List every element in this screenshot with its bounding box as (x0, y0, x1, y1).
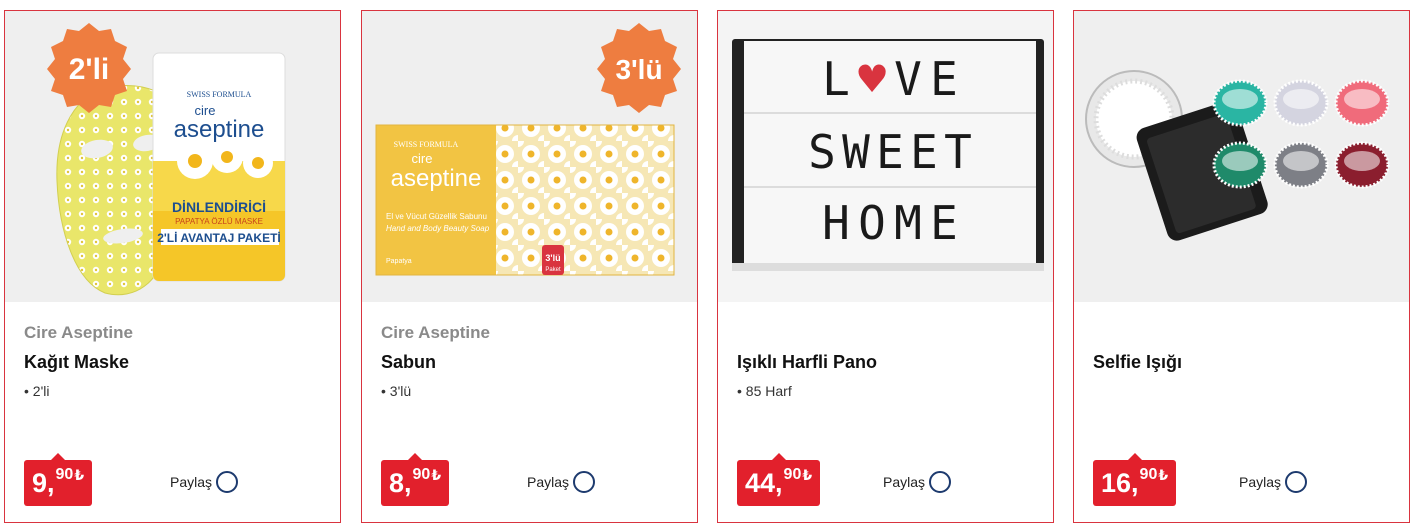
board-letter: S (808, 125, 836, 179)
quantity-badge: 2'li (47, 23, 131, 113)
package-tag: 3'lü (545, 253, 560, 263)
product-card[interactable]: SWISS FORMULA cire aseptine El ve Vücut … (361, 10, 698, 523)
package-line2: Hand and Body Beauty Soap (386, 224, 490, 233)
ring-swatch-inner (1283, 89, 1319, 109)
board-letter: V (894, 52, 922, 106)
share-button[interactable]: Paylaş (883, 471, 952, 493)
product-title[interactable]: Kağıt Maske (24, 352, 129, 373)
selfie-ring-light-image (1085, 70, 1390, 241)
share-circle-icon[interactable] (573, 471, 596, 493)
product-image[interactable]: L ♥ V E SWEET HOME (718, 11, 1053, 302)
share-button[interactable]: Paylaş (170, 471, 239, 493)
share-label: Paylaş (170, 474, 213, 490)
price-badge: 9, 90 ₺ (24, 453, 93, 506)
product-brand: Cire Aseptine (381, 323, 490, 342)
currency-symbol: ₺ (802, 467, 813, 483)
quantity-badge-text: 3'lü (615, 54, 662, 85)
currency-symbol: ₺ (431, 467, 442, 483)
product-feature-text: 85 Harf (745, 383, 792, 399)
package-line1: DİNLENDİRİCİ (172, 199, 266, 215)
ring-swatch-inner (1344, 89, 1380, 109)
product-feature-text: 3'lü (389, 383, 412, 399)
price-badge: 44, 90 ₺ (737, 453, 821, 506)
board-letter: E (930, 196, 958, 250)
price-integer: 8, (389, 468, 412, 498)
board-letter: E (930, 52, 958, 106)
board-letter: T (944, 125, 972, 179)
share-label: Paylaş (527, 474, 570, 490)
currency-symbol: ₺ (1158, 467, 1169, 483)
share-circle-icon[interactable] (929, 471, 952, 493)
product-image[interactable]: SWISS FORMULA cire aseptine DİNLENDİRİCİ… (5, 11, 340, 302)
package-line3: Papatya (386, 258, 412, 265)
board-letter: L (822, 52, 850, 106)
price-decimal: 90 (1139, 466, 1158, 483)
package-line1: El ve Vücut Güzellik Sabunu (386, 212, 487, 221)
product-title[interactable]: Selfie Işığı (1093, 352, 1182, 373)
share-circle-icon[interactable] (1285, 471, 1308, 493)
light-box-image: L ♥ V E SWEET HOME (732, 39, 1044, 271)
product-card[interactable]: SWISS FORMULA cire aseptine DİNLENDİRİCİ… (4, 10, 341, 523)
price-badge: 8, 90 ₺ (381, 453, 450, 506)
product-brand: Cire Aseptine (24, 323, 133, 342)
product-title[interactable]: Sabun (381, 352, 436, 373)
share-circle-icon[interactable] (216, 471, 239, 493)
package-brand: aseptine (391, 165, 482, 192)
product-image[interactable]: SWISS FORMULA cire aseptine El ve Vücut … (362, 11, 697, 302)
package-line3: 2'Lİ AVANTAJ PAKETİ (157, 230, 281, 245)
ring-swatch-inner (1222, 89, 1258, 109)
product-title[interactable]: Işıklı Harfli Pano (737, 352, 877, 373)
package-tag2: Paket (545, 267, 561, 273)
price-badge: 16, 90 ₺ (1093, 453, 1177, 506)
share-button[interactable]: Paylaş (1239, 471, 1308, 493)
share-button[interactable]: Paylaş (527, 471, 596, 493)
share-label: Paylaş (883, 474, 926, 490)
ring-swatch-inner (1344, 151, 1380, 171)
package-brand-top: SWISS FORMULA (394, 140, 459, 149)
board-letter: E (876, 125, 904, 179)
product-feature: • 85 Harf (737, 383, 792, 399)
share-label: Paylaş (1239, 474, 1282, 490)
product-card[interactable]: L ♥ V E SWEET HOME Işıklı Harfli Pano • 85 … (717, 10, 1054, 523)
board-letter: O (858, 196, 886, 250)
board-letter: W (842, 125, 870, 179)
product-card[interactable]: Selfie Işığı 16, 90 ₺ Paylaş (1073, 10, 1410, 523)
product-image[interactable] (1074, 11, 1409, 302)
price-integer: 9, (32, 468, 55, 498)
price-integer: 16, (1101, 468, 1139, 498)
quantity-badge: 3'lü (597, 23, 681, 113)
price-decimal: 90 (55, 466, 74, 483)
package-brand-small: cire (412, 151, 433, 166)
package-brand-top: SWISS FORMULA (187, 90, 252, 99)
heart-icon: ♥ (858, 52, 886, 106)
ring-swatch-inner (1283, 151, 1319, 171)
board-row-2: SWEET (808, 125, 972, 179)
ring-swatch-inner (1222, 151, 1258, 171)
board-letter: H (822, 196, 850, 250)
currency-symbol: ₺ (74, 467, 85, 483)
package-line2: PAPATYA ÖZLÜ MASKE (175, 217, 263, 226)
quantity-badge-text: 2'li (69, 53, 110, 86)
product-feature: • 3'lü (381, 383, 412, 399)
price-decimal: 90 (783, 466, 802, 483)
board-letter: E (910, 125, 938, 179)
product-grid: SWISS FORMULA cire aseptine DİNLENDİRİCİ… (0, 0, 1418, 530)
board-letter: M (894, 196, 922, 250)
product-feature: • 2'li (24, 383, 50, 399)
price-integer: 44, (745, 468, 783, 498)
price-decimal: 90 (412, 466, 431, 483)
product-feature-text: 2'li (32, 383, 50, 399)
package-brand: aseptine (174, 116, 265, 143)
